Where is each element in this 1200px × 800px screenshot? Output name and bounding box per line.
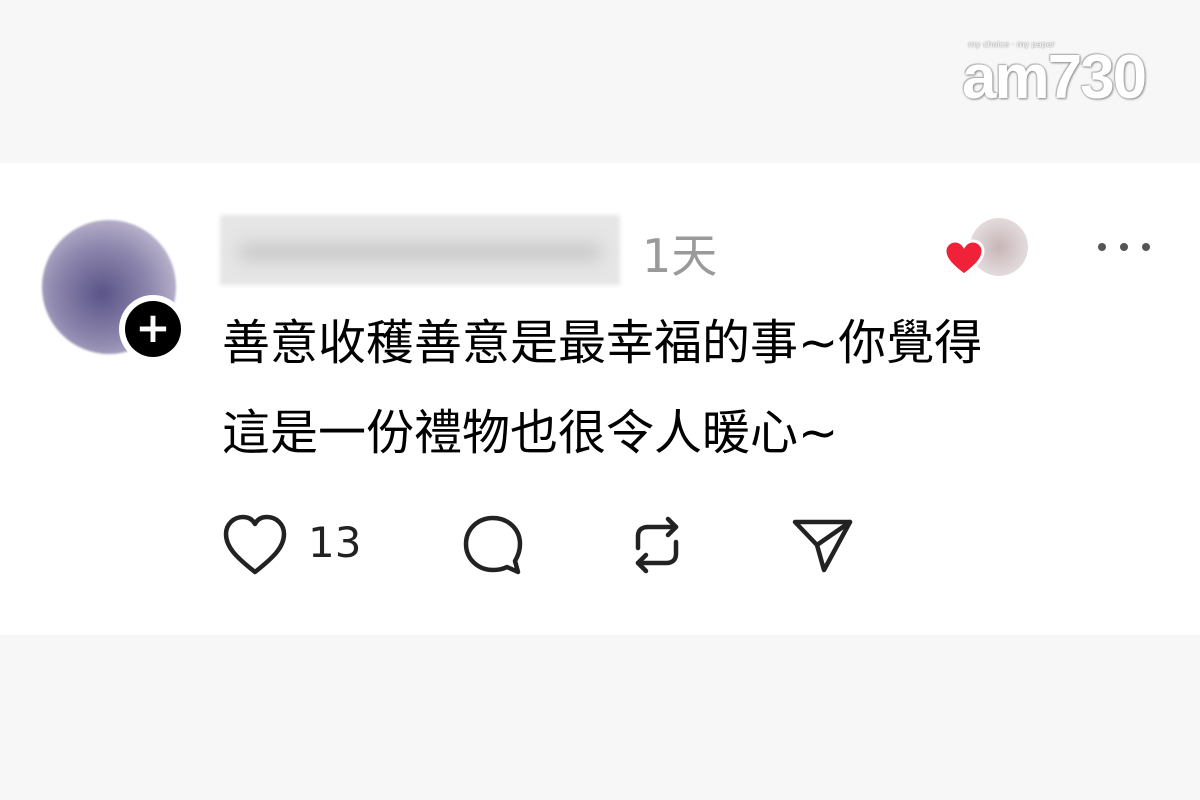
more-options-button[interactable] bbox=[1098, 232, 1150, 262]
like-button[interactable]: 13 bbox=[220, 512, 361, 582]
logo-tagline: my choice · my paper bbox=[968, 40, 1055, 49]
ellipsis-icon-dot bbox=[1142, 243, 1150, 251]
ellipsis-icon-dot bbox=[1098, 243, 1106, 251]
comment-button[interactable] bbox=[460, 512, 526, 582]
bottom-background bbox=[0, 635, 1200, 800]
follow-button[interactable]: + bbox=[119, 295, 187, 363]
ellipsis-icon-dot bbox=[1120, 243, 1128, 251]
author-username-blurred[interactable] bbox=[220, 215, 620, 285]
heart-icon bbox=[943, 239, 985, 277]
like-count: 13 bbox=[308, 518, 362, 567]
share-button[interactable] bbox=[790, 512, 856, 582]
heart-outline-icon bbox=[223, 514, 287, 575]
send-icon bbox=[792, 519, 853, 573]
post-text: 善意收穫善意是最幸福的事~你覺得 這是一份禮物也很令人暖心~ bbox=[222, 315, 983, 461]
post-timestamp: 1天 bbox=[642, 229, 718, 283]
am730-logo: am730 my choice · my paper bbox=[962, 36, 1152, 112]
logo-text: am730 bbox=[962, 43, 1147, 112]
plus-icon: + bbox=[125, 301, 181, 357]
repost-icon bbox=[635, 516, 679, 574]
comment-bubble-icon bbox=[463, 515, 523, 575]
repost-button[interactable] bbox=[624, 512, 690, 582]
